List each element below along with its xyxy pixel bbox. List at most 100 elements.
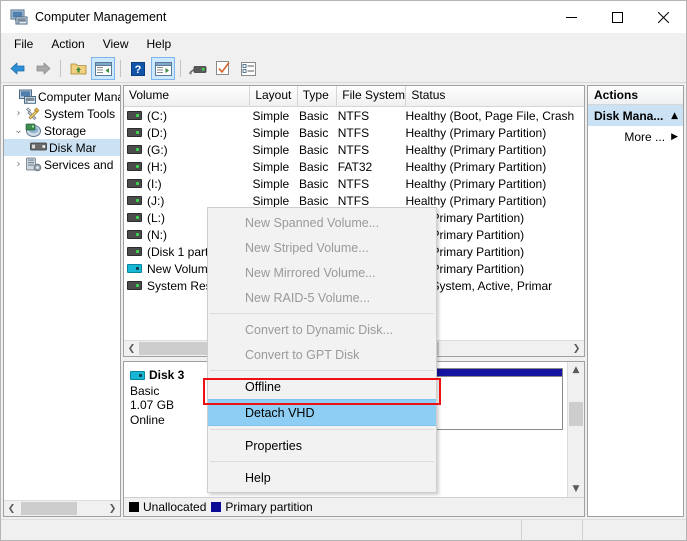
menu-bar: File Action View Help (1, 33, 686, 55)
cell-layout: Simple (248, 194, 294, 208)
volume-icon (127, 162, 142, 171)
tree-horizontal-scrollbar[interactable]: ❮ ❯ (4, 500, 120, 516)
help-icon[interactable]: ? (126, 57, 150, 80)
column-header-volume[interactable]: Volume (124, 86, 250, 106)
menu-file[interactable]: File (5, 34, 42, 55)
context-menu-separator (210, 461, 434, 462)
menu-action[interactable]: Action (42, 34, 93, 55)
column-header-type[interactable]: Type (298, 86, 338, 106)
svg-text:?: ? (135, 64, 142, 76)
column-header-file-system[interactable]: File System (337, 86, 406, 106)
tree-item-storage[interactable]: ⌄ Storage (4, 122, 120, 139)
volume-icon (127, 213, 142, 222)
scroll-track[interactable] (19, 501, 105, 516)
cell-status: Healthy (Boot, Page File, Crash (400, 109, 584, 123)
services-icon (25, 157, 42, 172)
menu-view[interactable]: View (94, 34, 138, 55)
context-menu-item[interactable]: Detach VHD (208, 399, 436, 426)
cell-volume-label: (G:) (147, 143, 168, 157)
cell-layout: Simple (248, 177, 294, 191)
context-menu-item[interactable]: Help (208, 465, 436, 490)
show-hide-console-tree-icon[interactable] (91, 57, 115, 80)
toolbar-separator-3 (180, 60, 181, 77)
actions-item-more[interactable]: More ... ▶ (588, 126, 683, 147)
properties-list-icon[interactable] (236, 57, 260, 80)
cell-type: Basic (294, 143, 333, 157)
tree-item-label: System Tools (44, 107, 115, 121)
cell-type: Basic (294, 160, 333, 174)
cell-volume-label: (D:) (147, 126, 167, 140)
volume-list-header: Volume Layout Type File System Status (124, 86, 584, 107)
volume-icon (127, 196, 142, 205)
disk-vertical-scrollbar[interactable]: ▲ ▼ (567, 362, 584, 497)
volume-icon (127, 230, 142, 239)
close-button[interactable] (640, 1, 686, 33)
context-menu-item: New Striped Volume... (208, 235, 436, 260)
forward-icon[interactable] (31, 57, 55, 80)
disk-management-icon (30, 140, 47, 155)
console-tree-pane: Computer Mana › System Tools (3, 85, 121, 517)
cell-file-system: NTFS (333, 126, 401, 140)
table-row[interactable]: (D:)SimpleBasicNTFSHealthy (Primary Part… (124, 124, 584, 141)
tree-item-label: Services and (44, 158, 113, 172)
cell-file-system: NTFS (333, 177, 401, 191)
show-hide-action-pane-icon[interactable] (151, 57, 175, 80)
legend-label: Unallocated (143, 500, 206, 514)
context-menu-item[interactable]: Properties (208, 433, 436, 458)
scroll-right-icon[interactable]: ❯ (105, 501, 120, 516)
menu-help[interactable]: Help (138, 34, 181, 55)
checkmark-icon[interactable] (211, 57, 235, 80)
context-menu-separator (210, 313, 434, 314)
cell-type: Basic (294, 126, 333, 140)
scroll-track[interactable] (568, 378, 584, 481)
scroll-up-icon[interactable]: ▲ (568, 362, 584, 378)
tree-item-services-and-applications[interactable]: › Services and (4, 156, 120, 173)
computer-management-window: Computer Management File Action View Hel… (0, 0, 687, 541)
status-bar (1, 519, 686, 540)
tree-chevron-right-icon[interactable]: › (12, 159, 25, 170)
context-menu-item: Convert to GPT Disk (208, 342, 436, 367)
table-row[interactable]: (G:)SimpleBasicNTFSHealthy (Primary Part… (124, 141, 584, 158)
scroll-thumb[interactable] (21, 502, 77, 515)
context-menu-item: New RAID-5 Volume... (208, 285, 436, 310)
cell-volume: (H:) (124, 160, 248, 174)
legend-item-unallocated: Unallocated (129, 500, 206, 514)
cell-volume-label: (H:) (147, 160, 167, 174)
tree-chevron-down-icon[interactable]: ⌄ (12, 125, 25, 136)
cell-type: Basic (294, 109, 333, 123)
column-header-layout[interactable]: Layout (250, 86, 297, 106)
volume-icon-selected (127, 264, 142, 273)
back-icon[interactable] (6, 57, 30, 80)
scroll-right-icon[interactable]: ❯ (569, 341, 584, 356)
maximize-button[interactable] (594, 1, 640, 33)
table-row[interactable]: (C:)SimpleBasicNTFSHealthy (Boot, Page F… (124, 107, 584, 124)
actions-item-disk-management[interactable]: Disk Mana... ▲ (588, 105, 683, 126)
scroll-left-icon[interactable]: ❮ (124, 341, 139, 356)
tree-chevron-right-icon[interactable]: › (12, 108, 25, 119)
tree-item-label: Storage (44, 124, 86, 138)
chevron-right-icon[interactable]: ▶ (671, 132, 678, 142)
tree-item-system-tools[interactable]: › System Tools (4, 105, 120, 122)
disk-legend: Unallocated Primary partition (124, 497, 584, 516)
cell-file-system: NTFS (333, 194, 401, 208)
up-folder-icon[interactable] (66, 57, 90, 80)
table-row[interactable]: (I:)SimpleBasicNTFSHealthy (Primary Part… (124, 175, 584, 192)
column-header-status[interactable]: Status (406, 86, 584, 106)
actions-item-label: More ... (624, 130, 665, 144)
table-row[interactable]: (H:)SimpleBasicFAT32Healthy (Primary Par… (124, 158, 584, 175)
cell-type: Basic (294, 177, 333, 191)
minimize-button[interactable] (548, 1, 594, 33)
scroll-left-icon[interactable]: ❮ (4, 501, 19, 516)
chevron-up-icon[interactable]: ▲ (671, 111, 678, 121)
rescan-disks-icon[interactable] (186, 57, 210, 80)
scroll-thumb[interactable] (569, 402, 583, 426)
cell-status: Healthy (Primary Partition) (400, 177, 584, 191)
scroll-down-icon[interactable]: ▼ (568, 481, 584, 497)
title-bar: Computer Management (1, 1, 686, 33)
cell-volume-label: (C:) (147, 109, 167, 123)
context-menu-item[interactable]: Offline (208, 374, 436, 399)
tree-item-disk-management[interactable]: Disk Mar (4, 139, 120, 156)
context-menu-item: Convert to Dynamic Disk... (208, 317, 436, 342)
tree-item-computer-management[interactable]: Computer Mana (4, 88, 120, 105)
console-tree: Computer Mana › System Tools (4, 86, 120, 500)
